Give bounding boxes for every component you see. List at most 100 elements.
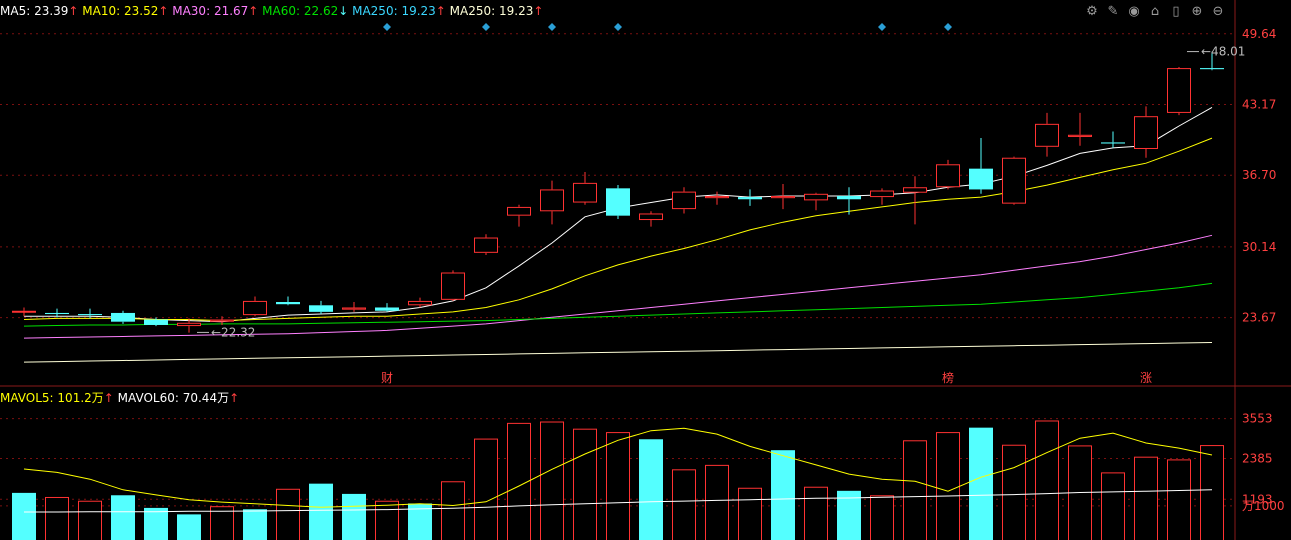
candle-body bbox=[672, 191, 696, 210]
mavol-legend: MAVOL5: 101.2万↑ MAVOL60: 70.44万↑ bbox=[0, 389, 239, 406]
mavol-legend-item-1: MAVOL60: 70.44万↑ bbox=[118, 391, 239, 405]
volume-bar bbox=[375, 500, 399, 540]
candle bbox=[1101, 131, 1125, 148]
event-diamond bbox=[944, 23, 952, 31]
candle bbox=[606, 185, 630, 219]
candle-body bbox=[1002, 157, 1026, 204]
candle-body bbox=[1134, 116, 1158, 149]
candle bbox=[12, 307, 36, 317]
legend-arrow: ↑ bbox=[229, 391, 240, 405]
volume-bar bbox=[903, 440, 927, 540]
event-label: 榜 bbox=[942, 370, 954, 385]
volume-bar bbox=[78, 500, 102, 540]
candle-body bbox=[441, 272, 465, 300]
legend-value: 22.62 bbox=[303, 4, 339, 18]
candle bbox=[771, 183, 795, 210]
volume-bar bbox=[738, 487, 762, 540]
price-tick-label: 30.14 bbox=[1242, 240, 1276, 254]
chart-toolbar: ⚙ ✎ ◉ ⌂ ▯ ⊕ ⊖ bbox=[1083, 3, 1227, 21]
candle-body bbox=[474, 237, 498, 253]
candle bbox=[1068, 112, 1092, 146]
event-diamond bbox=[383, 23, 391, 31]
candle-body bbox=[1167, 68, 1191, 113]
candle bbox=[1167, 67, 1191, 116]
legend-arrow: ↓ bbox=[338, 4, 353, 18]
event-diamond bbox=[878, 23, 886, 31]
price-tick-label: 49.64 bbox=[1242, 27, 1276, 41]
legend-value: 101.2万 bbox=[57, 391, 104, 405]
ma-legend-item-2: MA30: 21.67↑ bbox=[172, 4, 262, 18]
stock-chart[interactable]: ←48.01 ←22.32 财 榜 涨 49.64 43.17 36.70 30.14 23.6… bbox=[0, 0, 1291, 540]
candle-body bbox=[870, 190, 894, 198]
volume-bar bbox=[771, 450, 795, 540]
candle-body bbox=[1035, 123, 1059, 147]
candle bbox=[1134, 106, 1158, 158]
settings-icon[interactable]: ⚙ bbox=[1083, 3, 1101, 21]
candle bbox=[276, 296, 300, 306]
candle-body bbox=[606, 188, 630, 216]
candle bbox=[936, 159, 960, 190]
candle-body bbox=[936, 164, 960, 188]
candle-body bbox=[837, 195, 861, 200]
ma250-line bbox=[23, 342, 1213, 363]
candle bbox=[111, 310, 135, 324]
eye-icon[interactable]: ◉ bbox=[1125, 3, 1143, 21]
draw-pen-icon[interactable]: ✎ bbox=[1104, 3, 1122, 21]
candle bbox=[573, 171, 597, 205]
ma-legend-item-1: MA10: 23.52↑ bbox=[82, 4, 172, 18]
volume-bar bbox=[606, 432, 630, 540]
price-tick-label: 36.70 bbox=[1242, 168, 1276, 182]
legend-value: 21.67 bbox=[213, 4, 249, 18]
store-icon[interactable]: ⌂ bbox=[1146, 3, 1164, 21]
volume-bar bbox=[1035, 420, 1059, 540]
candle-body bbox=[1200, 68, 1224, 70]
candle-body bbox=[111, 312, 135, 322]
candle bbox=[1035, 112, 1059, 157]
volume-bar bbox=[1200, 445, 1224, 540]
event-label: 财 bbox=[381, 371, 393, 385]
candle bbox=[342, 302, 366, 312]
zoom-in-icon[interactable]: ⊕ bbox=[1188, 3, 1206, 21]
candle-body bbox=[738, 197, 762, 200]
volume-tick-label: 万1000 bbox=[1242, 499, 1285, 513]
event-diamond bbox=[548, 23, 556, 31]
legend-value: 23.39 bbox=[34, 4, 69, 18]
event-diamond bbox=[614, 23, 622, 31]
legend-label: MA5: bbox=[0, 4, 35, 18]
candle-body bbox=[1101, 142, 1125, 144]
volume-bar bbox=[1002, 444, 1026, 540]
candle-body bbox=[177, 322, 201, 327]
candle-body bbox=[45, 312, 69, 315]
candle-body bbox=[276, 302, 300, 305]
price-tick-label: 23.67 bbox=[1242, 311, 1276, 325]
legend-arrow: ↑ bbox=[158, 4, 173, 18]
legend-label: MA250: bbox=[449, 4, 499, 18]
volume-bar bbox=[540, 421, 564, 540]
bookmark-icon[interactable]: ▯ bbox=[1167, 3, 1185, 21]
candle-body bbox=[210, 319, 234, 322]
candle bbox=[705, 191, 729, 205]
candle bbox=[969, 138, 993, 194]
volume-bar bbox=[309, 483, 333, 540]
candle-body bbox=[243, 300, 267, 316]
volume-bar bbox=[1134, 456, 1158, 540]
legend-label: MA60: bbox=[262, 4, 304, 18]
volume-bar bbox=[1101, 472, 1125, 540]
volume-bar bbox=[177, 514, 201, 540]
candle-body bbox=[375, 307, 399, 311]
candle bbox=[804, 192, 828, 211]
candle bbox=[903, 176, 927, 225]
ma-legend-item-4: MA250: 19.23↑ bbox=[352, 4, 450, 18]
event-label: 涨 bbox=[1140, 370, 1152, 385]
legend-arrow: ↑ bbox=[103, 391, 118, 405]
price-annotation: ←22.32 bbox=[211, 325, 255, 339]
zoom-out-icon[interactable]: ⊖ bbox=[1209, 3, 1227, 21]
candle-body bbox=[804, 193, 828, 201]
legend-label: MA10: bbox=[82, 4, 124, 18]
legend-label: MAVOL5: bbox=[0, 391, 58, 405]
candle-body bbox=[969, 168, 993, 190]
candle-body bbox=[639, 213, 663, 221]
volume-bar bbox=[474, 438, 498, 540]
candle-body bbox=[78, 314, 102, 316]
candle-body bbox=[573, 182, 597, 203]
